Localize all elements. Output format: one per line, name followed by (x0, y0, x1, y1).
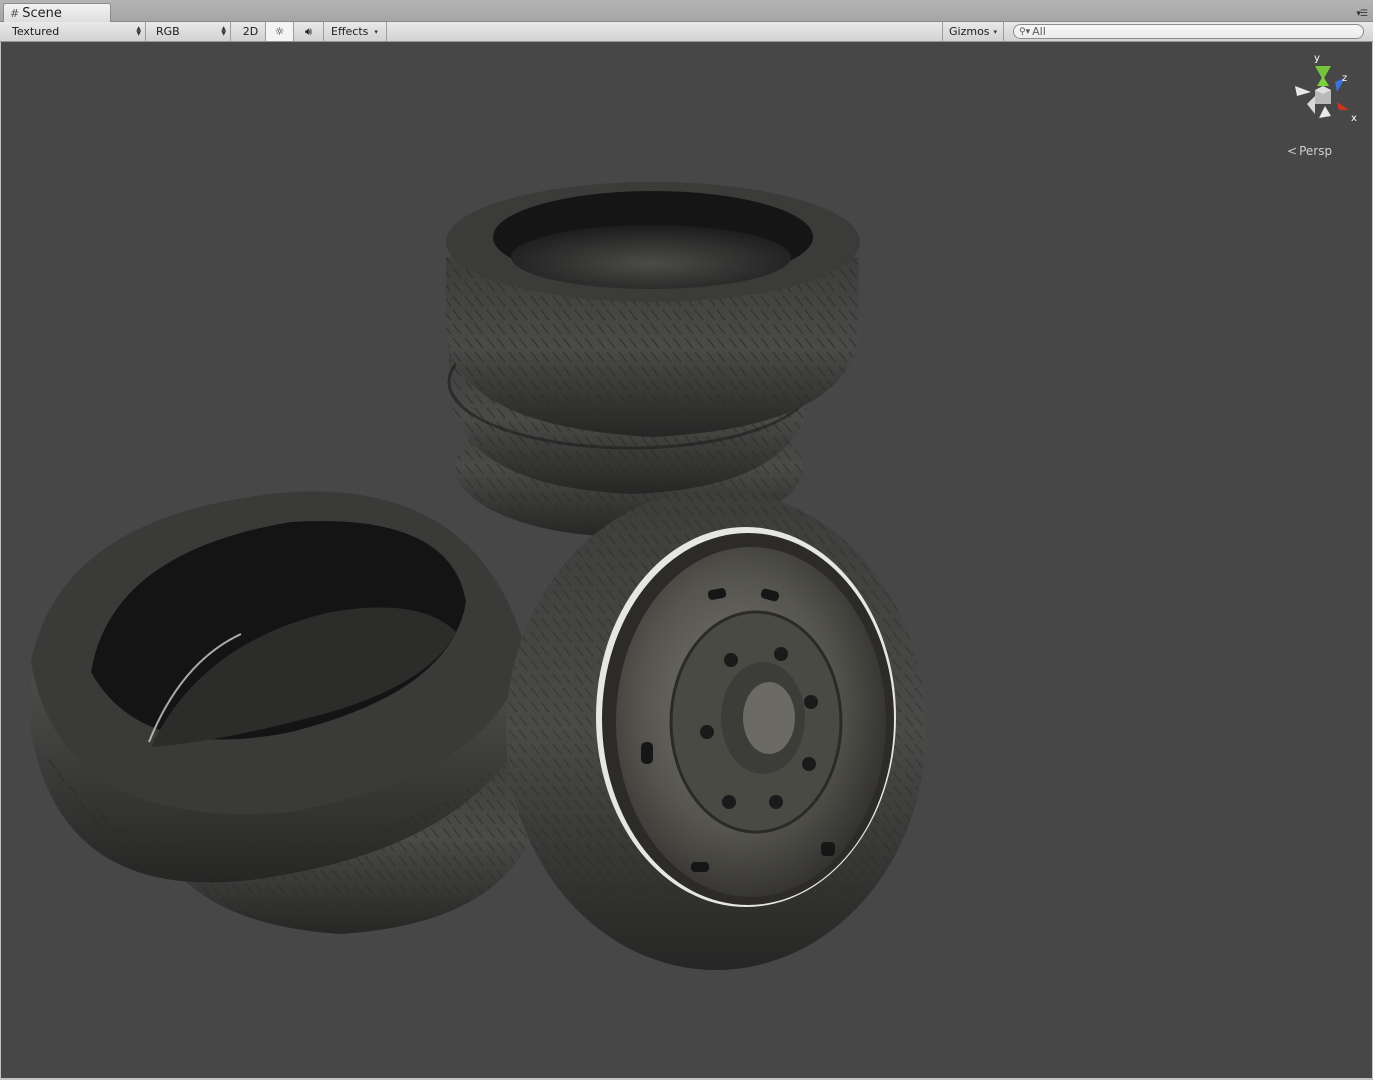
perspective-icon: < (1287, 144, 1298, 158)
updown-icon: ▲ ▼ (221, 25, 226, 37)
tire-pile[interactable] (31, 491, 541, 934)
tab-title: Scene (22, 5, 62, 21)
y-axis-label: y (1314, 53, 1320, 64)
axis-gizmo[interactable]: y z x (1285, 52, 1361, 128)
search-input[interactable] (1030, 25, 1333, 38)
projection-toggle[interactable]: < Persp (1287, 144, 1332, 158)
projection-label: Persp (1299, 144, 1333, 158)
effects-dropdown[interactable]: Effects ▾ (325, 22, 387, 41)
tab-strip: # Scene ▾☰ (0, 0, 1373, 22)
effects-label: Effects (331, 25, 369, 38)
chevron-down-icon: ▾ (993, 27, 998, 36)
lighting-toggle[interactable]: ☼ (266, 22, 294, 41)
sun-icon: ☼ (274, 25, 285, 38)
updown-icon: ▲ ▼ (136, 25, 141, 37)
scene-render (31, 182, 926, 970)
x-axis-cone (1337, 102, 1349, 110)
chevron-down-icon: ▾ (374, 27, 378, 36)
scene-viewport[interactable]: y z x < Persp (1, 42, 1372, 1078)
gizmos-dropdown[interactable]: Gizmos ▾ (942, 22, 1004, 41)
speaker-icon: 🔊︎ (305, 24, 312, 38)
render-mode-label: RGB (156, 25, 180, 38)
tab-menu-icon[interactable]: ▾☰ (1356, 9, 1368, 19)
search-field[interactable]: ⚲▾ (1013, 24, 1364, 39)
audio-toggle[interactable]: 🔊︎ (294, 22, 324, 41)
z-axis-label: z (1342, 73, 1347, 84)
toggle-2d-label: 2D (242, 25, 259, 38)
grid-icon: # (10, 6, 20, 20)
search-icon: ⚲▾ (1019, 26, 1031, 37)
render-mode-dropdown[interactable]: RGB ▲ ▼ (150, 22, 231, 41)
draw-mode-dropdown[interactable]: Textured ▲ ▼ (6, 22, 146, 41)
wheel-with-steel-rim[interactable] (506, 490, 926, 970)
draw-mode-label: Textured (12, 25, 60, 38)
gizmos-label: Gizmos (949, 25, 990, 38)
tire-stack[interactable] (446, 182, 860, 537)
tab-scene[interactable]: # Scene (3, 3, 111, 22)
x-axis-label: x (1351, 113, 1357, 124)
toggle-2d-button[interactable]: 2D (236, 22, 266, 41)
axis-gizmo-arms (1295, 66, 1349, 118)
scene-toolbar: Textured ▲ ▼ RGB ▲ ▼ 2D ☼ 🔊︎ Effects ▾ Giz… (0, 22, 1373, 42)
